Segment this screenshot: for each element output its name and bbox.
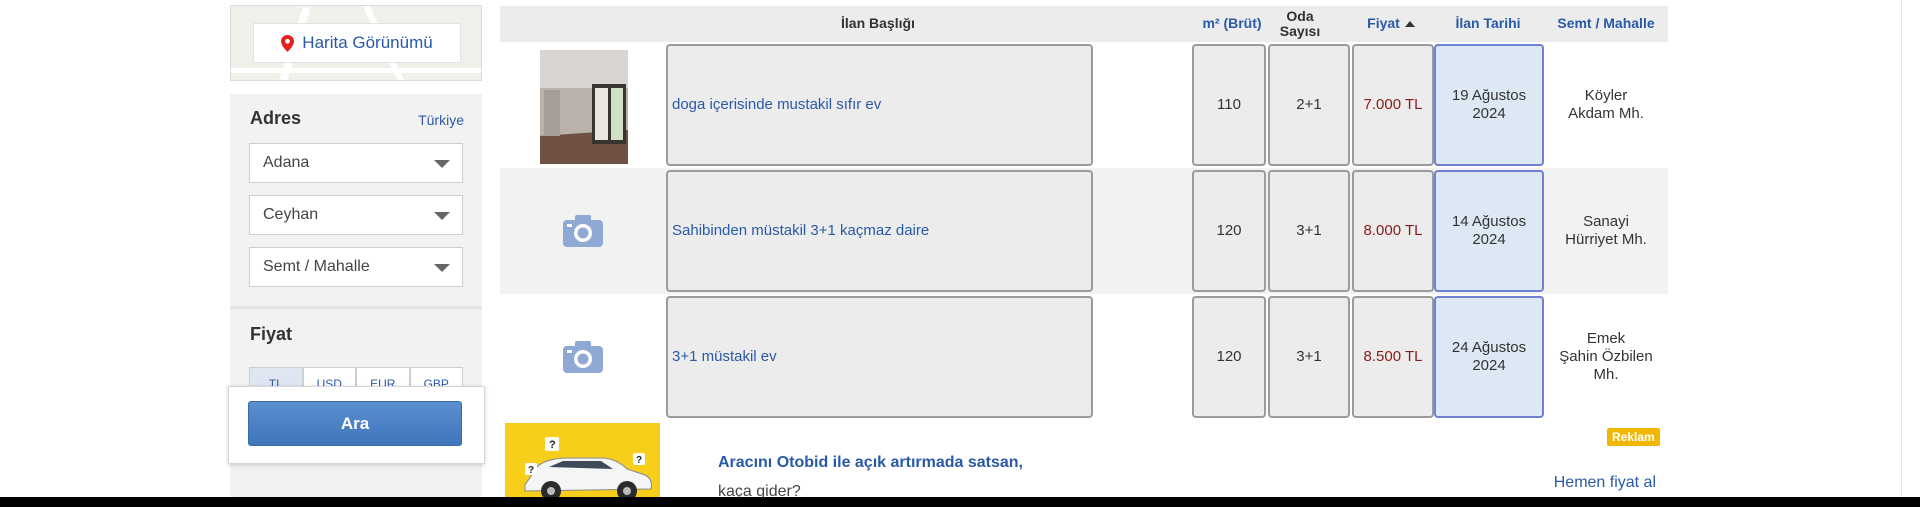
table-row[interactable]: 3+1 müstakil ev 120 3+1 8.500 TL 24 Ağus…	[500, 294, 1668, 420]
listing-rooms: 3+1	[1268, 296, 1350, 418]
location-line: Mh.	[1593, 366, 1619, 383]
location-line: Şahin Özbilen	[1559, 348, 1653, 365]
listing-area: 120	[1192, 170, 1266, 292]
chevron-down-icon	[434, 160, 450, 168]
ad-banner[interactable]: ? ? ? Aracını Otobid ile açık artırmada …	[500, 422, 1668, 497]
svg-text:?: ?	[636, 455, 642, 466]
car-ad-image[interactable]: ? ? ?	[505, 423, 660, 497]
ad-badge: Reklam	[1607, 428, 1660, 446]
svg-text:?: ?	[549, 439, 556, 451]
listing-area: 110	[1192, 44, 1266, 166]
sort-up-icon	[1404, 21, 1415, 27]
location-line: Akdam Mh.	[1568, 105, 1644, 122]
search-button[interactable]: Ara	[248, 401, 462, 446]
camera-icon	[563, 215, 603, 247]
listing-area: 120	[1192, 296, 1266, 418]
ad-subtitle: kaça gider?	[718, 483, 801, 497]
map-road	[231, 68, 481, 73]
chevron-down-icon	[434, 212, 450, 220]
location-line: Emek	[1586, 330, 1626, 347]
listing-table: İlan Başlığı m² (Brüt) Oda Sayısı Fiyat …	[500, 0, 1668, 497]
table-row[interactable]: Sahibinden müstakil 3+1 kaçmaz daire 120…	[500, 168, 1668, 294]
search-popup: Ara	[228, 386, 485, 464]
listing-date-year: 2024	[1472, 231, 1506, 248]
scrollbar-track[interactable]	[1901, 0, 1902, 497]
table-row[interactable]: doga içerisinde mustakil sıfır ev 110 2+…	[500, 42, 1668, 168]
header-title[interactable]: İlan Başlığı	[666, 6, 1090, 42]
listing-photo[interactable]	[540, 50, 628, 164]
neighborhood-select[interactable]: Semt / Mahalle	[249, 247, 463, 287]
province-select[interactable]: Adana	[249, 143, 463, 183]
listing-rooms: 3+1	[1268, 170, 1350, 292]
neighborhood-value: Semt / Mahalle	[263, 258, 370, 275]
price-heading: Fiyat	[250, 324, 293, 344]
listing-title[interactable]: 3+1 müstakil ev	[666, 296, 1093, 418]
section-divider	[230, 306, 482, 309]
map-view-button[interactable]: Harita Görünümü	[253, 23, 461, 63]
camera-icon	[563, 341, 603, 373]
page-root: Harita Görünümü Adres Türkiye Adana Ceyh…	[0, 0, 1920, 507]
header-price[interactable]: Fiyat	[1350, 6, 1432, 42]
location-line: Sanayi	[1583, 213, 1629, 230]
listing-date-year: 2024	[1472, 105, 1506, 122]
province-value: Adana	[263, 154, 310, 171]
country-link[interactable]: Türkiye	[418, 112, 464, 128]
ad-title[interactable]: Aracını Otobid ile açık artırmada satsan…	[718, 454, 1023, 472]
listing-location: Emek Şahin Özbilen Mh.	[1544, 294, 1668, 420]
listing-title[interactable]: doga içerisinde mustakil sıfır ev	[666, 44, 1093, 166]
map-preview[interactable]: Harita Görünümü	[230, 5, 482, 81]
header-price-label: Fiyat	[1367, 15, 1400, 32]
listing-date-daymonth: 24 Ağustos	[1451, 339, 1527, 356]
svg-text:?: ?	[528, 465, 534, 476]
listing-date-daymonth: 19 Ağustos	[1451, 87, 1527, 104]
district-select[interactable]: Ceyhan	[249, 195, 463, 235]
location-line: Hürriyet Mh.	[1565, 231, 1647, 248]
listing-price: 7.000 TL	[1352, 44, 1434, 166]
ad-cta-link[interactable]: Hemen fiyat al	[1554, 474, 1656, 492]
listing-location: Köyler Akdam Mh.	[1544, 42, 1668, 168]
bottom-bar	[0, 497, 1920, 507]
listing-date-daymonth: 14 Ağustos	[1451, 213, 1527, 230]
district-value: Ceyhan	[263, 206, 319, 223]
header-rooms[interactable]: Oda Sayısı	[1268, 6, 1332, 42]
map-pin-icon	[281, 34, 295, 52]
listing-date: 19 Ağustos 2024	[1434, 44, 1544, 166]
listing-rooms: 2+1	[1268, 44, 1350, 166]
address-heading: Adres	[250, 108, 302, 128]
header-location[interactable]: Semt / Mahalle	[1544, 6, 1668, 42]
listing-price: 8.000 TL	[1352, 170, 1434, 292]
listing-price: 8.500 TL	[1352, 296, 1434, 418]
listing-location: Sanayi Hürriyet Mh.	[1544, 168, 1668, 294]
listing-date-year: 2024	[1472, 357, 1506, 374]
chevron-down-icon	[434, 264, 450, 272]
header-area[interactable]: m² (Brüt)	[1190, 6, 1274, 42]
listing-title[interactable]: Sahibinden müstakil 3+1 kaçmaz daire	[666, 170, 1093, 292]
header-date[interactable]: İlan Tarihi	[1432, 6, 1544, 42]
map-view-label: Harita Görünümü	[302, 33, 433, 52]
listing-date: 14 Ağustos 2024	[1434, 170, 1544, 292]
listing-date: 24 Ağustos 2024	[1434, 296, 1544, 418]
location-line: Köyler	[1584, 87, 1628, 104]
